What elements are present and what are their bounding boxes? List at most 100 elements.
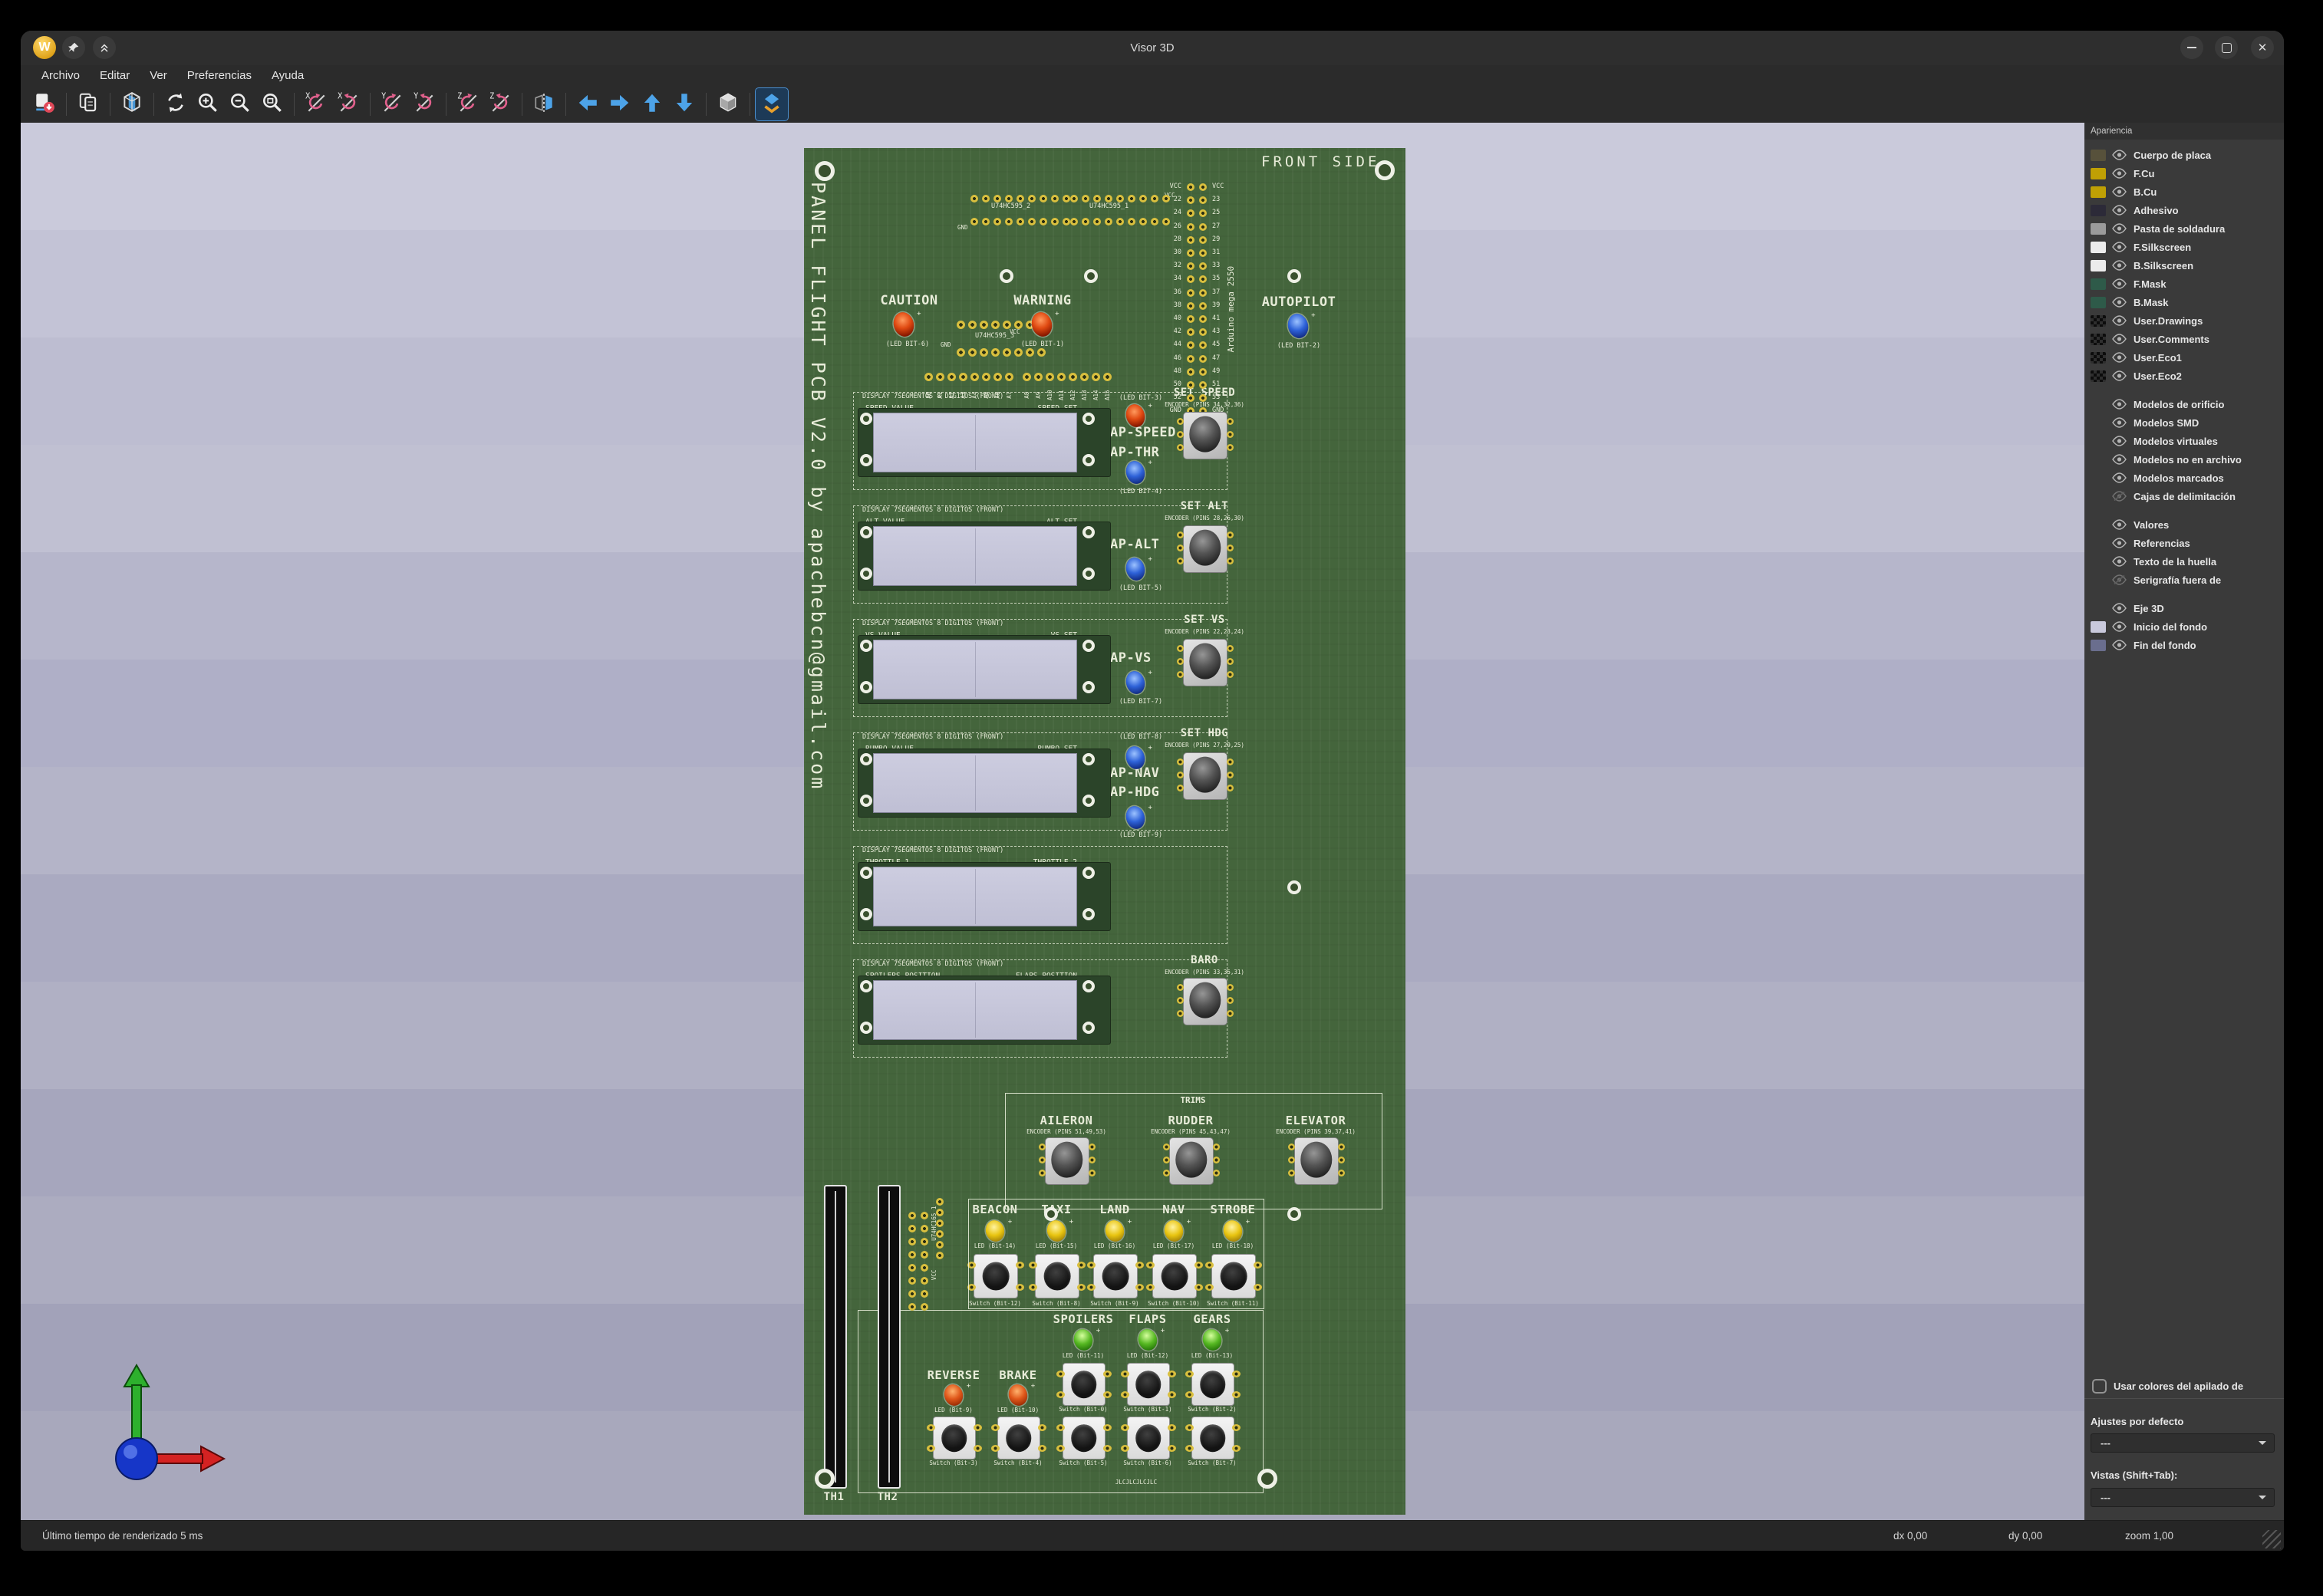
viewport-3d[interactable]: FRONT SIDE PANEL FLIGHT PCB V2.0 by apac…	[21, 123, 2084, 1520]
pan-up-button[interactable]	[636, 88, 668, 120]
color-swatch[interactable]	[2091, 186, 2106, 198]
menu-preferencias[interactable]: Preferencias	[177, 65, 262, 86]
color-swatch[interactable]	[2091, 370, 2106, 382]
row-f-silkscreen[interactable]: F.Silkscreen	[2084, 238, 2284, 256]
color-swatch[interactable]	[2091, 297, 2106, 308]
visibility-icon[interactable]	[2112, 334, 2127, 345]
row-fin-del-fondo[interactable]: Fin del fondo	[2084, 636, 2284, 654]
visibility-icon[interactable]	[2112, 205, 2127, 216]
menu-ayuda[interactable]: Ayuda	[262, 65, 314, 86]
flip-board-button[interactable]	[528, 88, 560, 120]
rotate-x-cw-button[interactable]: X	[300, 88, 332, 120]
visibility-icon[interactable]	[2112, 370, 2127, 382]
visibility-icon[interactable]	[2112, 399, 2127, 410]
pan-down-button[interactable]	[668, 88, 700, 120]
visibility-icon[interactable]	[2112, 454, 2127, 466]
color-swatch[interactable]	[2091, 168, 2106, 179]
visibility-icon[interactable]	[2112, 278, 2127, 290]
visibility-icon[interactable]	[2112, 603, 2127, 614]
visibility-icon[interactable]	[2112, 556, 2127, 568]
menu-archivo[interactable]: Archivo	[31, 65, 90, 86]
color-swatch[interactable]	[2091, 640, 2106, 651]
row-serigraf-a-fuera-de[interactable]: Serigrafía fuera de	[2084, 571, 2284, 589]
row-pasta-de-soldadura[interactable]: Pasta de soldadura	[2084, 219, 2284, 238]
export-image-button[interactable]	[28, 88, 61, 120]
visibility-off-icon[interactable]	[2112, 574, 2127, 586]
color-swatch[interactable]	[2091, 242, 2106, 253]
row-f-cu[interactable]: F.Cu	[2084, 164, 2284, 183]
render-3d-button[interactable]	[116, 88, 148, 120]
appearance-layers-button[interactable]	[756, 88, 788, 120]
zoom-in-button[interactable]	[192, 88, 224, 120]
row-eje-3d[interactable]: Eje 3D	[2084, 599, 2284, 617]
color-swatch[interactable]	[2091, 260, 2106, 271]
row-user-drawings[interactable]: User.Drawings	[2084, 311, 2284, 330]
rotate-z-ccw-button[interactable]: Z	[484, 88, 516, 120]
visibility-icon[interactable]	[2112, 260, 2127, 271]
color-swatch[interactable]	[2091, 205, 2106, 216]
color-swatch[interactable]	[2091, 352, 2106, 364]
close-button[interactable]: ✕	[2251, 36, 2274, 59]
row-valores[interactable]: Valores	[2084, 515, 2284, 534]
visibility-icon[interactable]	[2112, 538, 2127, 549]
row-user-comments[interactable]: User.Comments	[2084, 330, 2284, 348]
resize-grip[interactable]	[2262, 1530, 2281, 1548]
maximize-button[interactable]	[2215, 36, 2238, 59]
visibility-icon[interactable]	[2112, 297, 2127, 308]
visibility-icon[interactable]	[2112, 150, 2127, 161]
stackup-colors-checkbox[interactable]	[2092, 1379, 2107, 1394]
projection-cube-button[interactable]	[712, 88, 744, 120]
visibility-icon[interactable]	[2112, 640, 2127, 651]
row-b-cu[interactable]: B.Cu	[2084, 183, 2284, 201]
row-f-mask[interactable]: F.Mask	[2084, 275, 2284, 293]
color-swatch[interactable]	[2091, 150, 2106, 161]
row-adhesivo[interactable]: Adhesivo	[2084, 201, 2284, 219]
row-cuerpo-de-placa[interactable]: Cuerpo de placa	[2084, 146, 2284, 164]
visibility-icon[interactable]	[2112, 519, 2127, 531]
row-b-mask[interactable]: B.Mask	[2084, 293, 2284, 311]
visibility-icon[interactable]	[2112, 168, 2127, 179]
visibility-icon[interactable]	[2112, 436, 2127, 447]
row-modelos-no-en-archivo[interactable]: Modelos no en archivo	[2084, 450, 2284, 469]
menu-ver[interactable]: Ver	[140, 65, 177, 86]
row-modelos-smd[interactable]: Modelos SMD	[2084, 413, 2284, 432]
row-b-silkscreen[interactable]: B.Silkscreen	[2084, 256, 2284, 275]
visibility-icon[interactable]	[2112, 621, 2127, 633]
row-user-eco2[interactable]: User.Eco2	[2084, 367, 2284, 385]
color-swatch[interactable]	[2091, 315, 2106, 327]
visibility-icon[interactable]	[2112, 186, 2127, 198]
defaults-dropdown[interactable]: ---	[2091, 1433, 2275, 1453]
color-swatch[interactable]	[2091, 334, 2106, 345]
visibility-icon[interactable]	[2112, 417, 2127, 429]
minimize-button[interactable]	[2180, 36, 2203, 59]
visibility-icon[interactable]	[2112, 352, 2127, 364]
rotate-z-cw-button[interactable]: Z	[452, 88, 484, 120]
rotate-y-ccw-button[interactable]: Y	[408, 88, 440, 120]
visibility-icon[interactable]	[2112, 242, 2127, 253]
zoom-fit-button[interactable]	[256, 88, 288, 120]
copy-button[interactable]	[72, 88, 104, 120]
row-cajas-de-delimitaci-n[interactable]: Cajas de delimitación	[2084, 487, 2284, 505]
zoom-out-button[interactable]	[224, 88, 256, 120]
pan-left-button[interactable]	[572, 88, 604, 120]
row-modelos-de-orificio[interactable]: Modelos de orificio	[2084, 395, 2284, 413]
row-referencias[interactable]: Referencias	[2084, 534, 2284, 552]
color-swatch[interactable]	[2091, 223, 2106, 235]
menu-editar[interactable]: Editar	[90, 65, 140, 86]
refresh-button[interactable]	[160, 88, 192, 120]
row-inicio-del-fondo[interactable]: Inicio del fondo	[2084, 617, 2284, 636]
row-modelos-marcados[interactable]: Modelos marcados	[2084, 469, 2284, 487]
pan-right-button[interactable]	[604, 88, 636, 120]
visibility-off-icon[interactable]	[2112, 491, 2127, 502]
row-user-eco1[interactable]: User.Eco1	[2084, 348, 2284, 367]
rotate-y-cw-button[interactable]: Y	[376, 88, 408, 120]
row-texto-de-la-huella[interactable]: Texto de la huella	[2084, 552, 2284, 571]
row-modelos-virtuales[interactable]: Modelos virtuales	[2084, 432, 2284, 450]
color-swatch[interactable]	[2091, 621, 2106, 633]
visibility-icon[interactable]	[2112, 223, 2127, 235]
visibility-icon[interactable]	[2112, 472, 2127, 484]
views-dropdown[interactable]: ---	[2091, 1488, 2275, 1507]
visibility-icon[interactable]	[2112, 315, 2127, 327]
rotate-x-ccw-button[interactable]: X	[332, 88, 364, 120]
color-swatch[interactable]	[2091, 278, 2106, 290]
